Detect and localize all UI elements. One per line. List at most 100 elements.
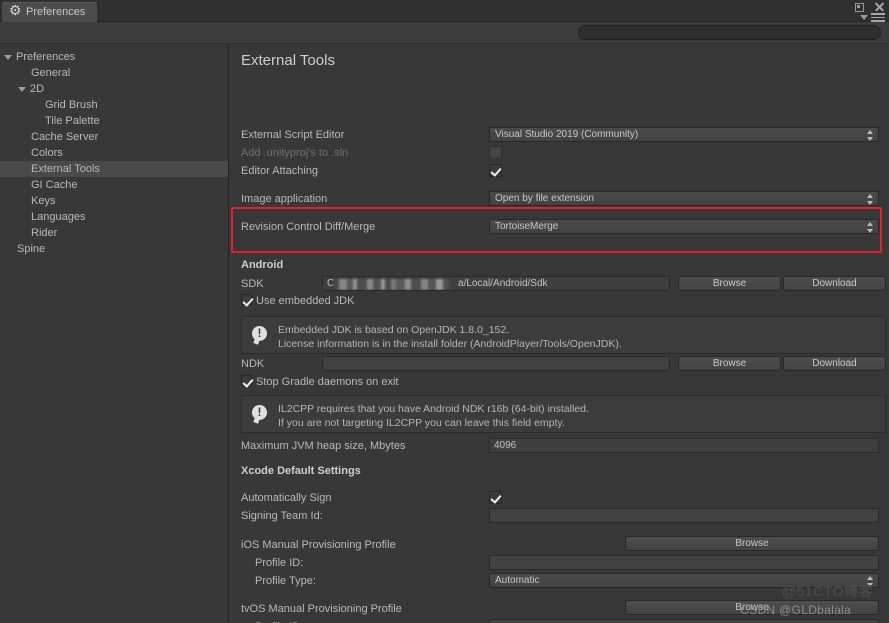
external-tools-panel: External Tools External Script Editor Vi… — [230, 44, 889, 623]
sidebar-item-label: External Tools — [31, 163, 100, 175]
hamburger-menu-icon[interactable] — [871, 13, 885, 22]
sidebar-item-languages[interactable]: Languages — [0, 209, 228, 225]
search-strip — [0, 22, 889, 44]
sidebar-item-label: GI Cache — [31, 179, 78, 191]
sidebar-item-general[interactable]: General — [0, 65, 228, 81]
external-script-editor-value: Visual Studio 2019 (Community) — [495, 129, 639, 140]
ios-profile-type-value: Automatic — [495, 575, 540, 586]
sidebar-item-keys[interactable]: Keys — [0, 193, 228, 209]
sidebar-item-external-tools[interactable]: External Tools — [0, 161, 228, 177]
use-embedded-jdk-checkbox[interactable] — [241, 294, 252, 305]
stop-gradle-daemons-label: Stop Gradle daemons on exit — [256, 376, 399, 388]
window-controls — [853, 1, 885, 13]
sidebar-item-label: Cache Server — [31, 131, 99, 143]
revision-control-value: TortoiseMerge — [495, 221, 559, 232]
sidebar-item-label: Spine — [17, 243, 46, 255]
android-sdk-download-button[interactable]: Download — [783, 276, 886, 291]
stop-gradle-daemons-checkbox[interactable] — [241, 375, 252, 386]
sidebar-item-label: Languages — [31, 211, 86, 223]
sidebar-item-cache-server[interactable]: Cache Server — [0, 129, 228, 145]
editor-attaching-label: Editor Attaching — [241, 165, 319, 177]
tab-label: Preferences — [26, 6, 86, 18]
sidebar-item-label: 2D — [30, 83, 45, 95]
info-icon — [252, 325, 267, 341]
sidebar-item-rider[interactable]: Rider — [0, 225, 228, 241]
automatically-sign-checkbox[interactable] — [489, 491, 502, 504]
sidebar-item-spine[interactable]: Spine — [0, 241, 228, 257]
window-tabbar: Preferences — [0, 0, 889, 22]
revision-control-label: Revision Control Diff/Merge — [241, 221, 376, 233]
jdk-info-box: Embedded JDK is based on OpenJDK 1.8.0_1… — [241, 316, 886, 354]
ndk-info-box: IL2CPP requires that you have Android ND… — [241, 395, 886, 433]
android-sdk-browse-button[interactable]: Browse — [678, 276, 781, 291]
revision-control-dropdown[interactable]: TortoiseMerge — [489, 219, 879, 234]
chevron-updown-icon — [867, 222, 874, 233]
sidebar-item-2d[interactable]: 2D — [0, 81, 228, 97]
image-application-label: Image application — [241, 193, 328, 205]
preferences-window: Preferences Preferences General 2DGrid Bru… — [0, 0, 889, 623]
ios-profile-id-label: Profile ID: — [255, 557, 304, 569]
chevron-updown-icon — [867, 194, 874, 205]
tvos-profile-id-input[interactable] — [489, 619, 879, 623]
search-input[interactable] — [578, 25, 881, 40]
sidebar-item-label: Grid Brush — [45, 99, 98, 111]
sidebar-item-label: Colors — [31, 147, 63, 159]
watermark-51cto: @51CTO博客 — [781, 583, 873, 599]
sidebar-item-label: Preferences — [16, 51, 76, 63]
maximize-icon[interactable] — [853, 1, 865, 13]
panel-menu-row — [860, 13, 885, 22]
jvm-heap-input[interactable]: 4096 — [489, 438, 879, 453]
close-icon[interactable] — [873, 1, 885, 13]
jdk-info-line2: License information is in the install fo… — [278, 338, 622, 350]
chevron-updown-icon — [867, 130, 874, 141]
watermark-csdn: CSDN @GLDbalala — [740, 603, 851, 617]
sidebar-item-colors[interactable]: Colors — [0, 145, 228, 161]
add-unityproj-label: Add .unityproj's to .sln — [241, 147, 349, 159]
jdk-info-text: Embedded JDK is based on OpenJDK 1.8.0_1… — [278, 323, 622, 351]
android-ndk-download-label: Download — [812, 358, 857, 369]
android-sdk-path-input[interactable]: C a/Local/Android/Sdk — [322, 276, 670, 291]
jdk-info-line1: Embedded JDK is based on OpenJDK 1.8.0_1… — [278, 324, 510, 336]
use-embedded-jdk-label: Use embedded JDK — [256, 295, 355, 307]
image-application-value: Open by file extension — [495, 193, 594, 204]
tvos-provisioning-profile-label: tvOS Manual Provisioning Profile — [241, 603, 402, 615]
ios-profile-id-input[interactable] — [489, 555, 879, 570]
android-sdk-browse-label: Browse — [712, 278, 747, 289]
jvm-heap-label: Maximum JVM heap size, Mbytes — [241, 440, 406, 452]
ndk-info-text: IL2CPP requires that you have Android ND… — [278, 402, 589, 430]
android-ndk-browse-button[interactable]: Browse — [678, 356, 781, 371]
android-ndk-download-button[interactable]: Download — [783, 356, 886, 371]
xcode-heading: Xcode Default Settings — [241, 465, 361, 477]
android-ndk-browse-label: Browse — [712, 358, 747, 369]
image-application-dropdown[interactable]: Open by file extension — [489, 191, 879, 206]
tab-preferences[interactable]: Preferences — [2, 2, 98, 22]
android-ndk-path-input[interactable] — [322, 356, 670, 371]
ios-provisioning-browse-label: Browse — [735, 538, 769, 549]
sidebar-item-tile-palette[interactable]: Tile Palette — [0, 113, 228, 129]
editor-attaching-checkbox[interactable] — [489, 164, 502, 177]
foldout-triangle-icon[interactable] — [4, 54, 12, 60]
android-sdk-download-label: Download — [812, 278, 857, 289]
ios-provisioning-profile-label: iOS Manual Provisioning Profile — [241, 539, 396, 551]
chevron-down-icon[interactable] — [860, 14, 868, 20]
android-ndk-label: NDK — [241, 358, 265, 370]
android-sdk-label: SDK — [241, 278, 264, 290]
sidebar-item-label: Keys — [31, 195, 56, 207]
automatically-sign-label: Automatically Sign — [241, 492, 332, 504]
ios-provisioning-browse-button[interactable]: Browse — [625, 536, 879, 551]
sidebar-item-gi-cache[interactable]: GI Cache — [0, 177, 228, 193]
ios-profile-type-label: Profile Type: — [255, 575, 316, 587]
external-script-editor-dropdown[interactable]: Visual Studio 2019 (Community) — [489, 127, 879, 142]
add-unityproj-checkbox[interactable] — [489, 146, 502, 159]
sidebar-item-grid-brush[interactable]: Grid Brush — [0, 97, 228, 113]
signing-team-id-label: Signing Team Id: — [241, 510, 323, 522]
preferences-sidebar: Preferences General 2D Grid Brush Tile Palet… — [0, 44, 229, 623]
info-icon — [252, 404, 267, 420]
foldout-triangle-icon[interactable] — [18, 86, 26, 92]
android-heading: Android — [241, 259, 284, 271]
android-sdk-path-suffix: a/Local/Android/Sdk — [458, 278, 548, 289]
signing-team-id-input[interactable] — [489, 508, 879, 523]
sidebar-item-preferences[interactable]: Preferences — [0, 49, 228, 65]
ndk-info-line2: If you are not targeting IL2CPP you can … — [278, 417, 565, 429]
sidebar-item-label: Rider — [31, 227, 58, 239]
